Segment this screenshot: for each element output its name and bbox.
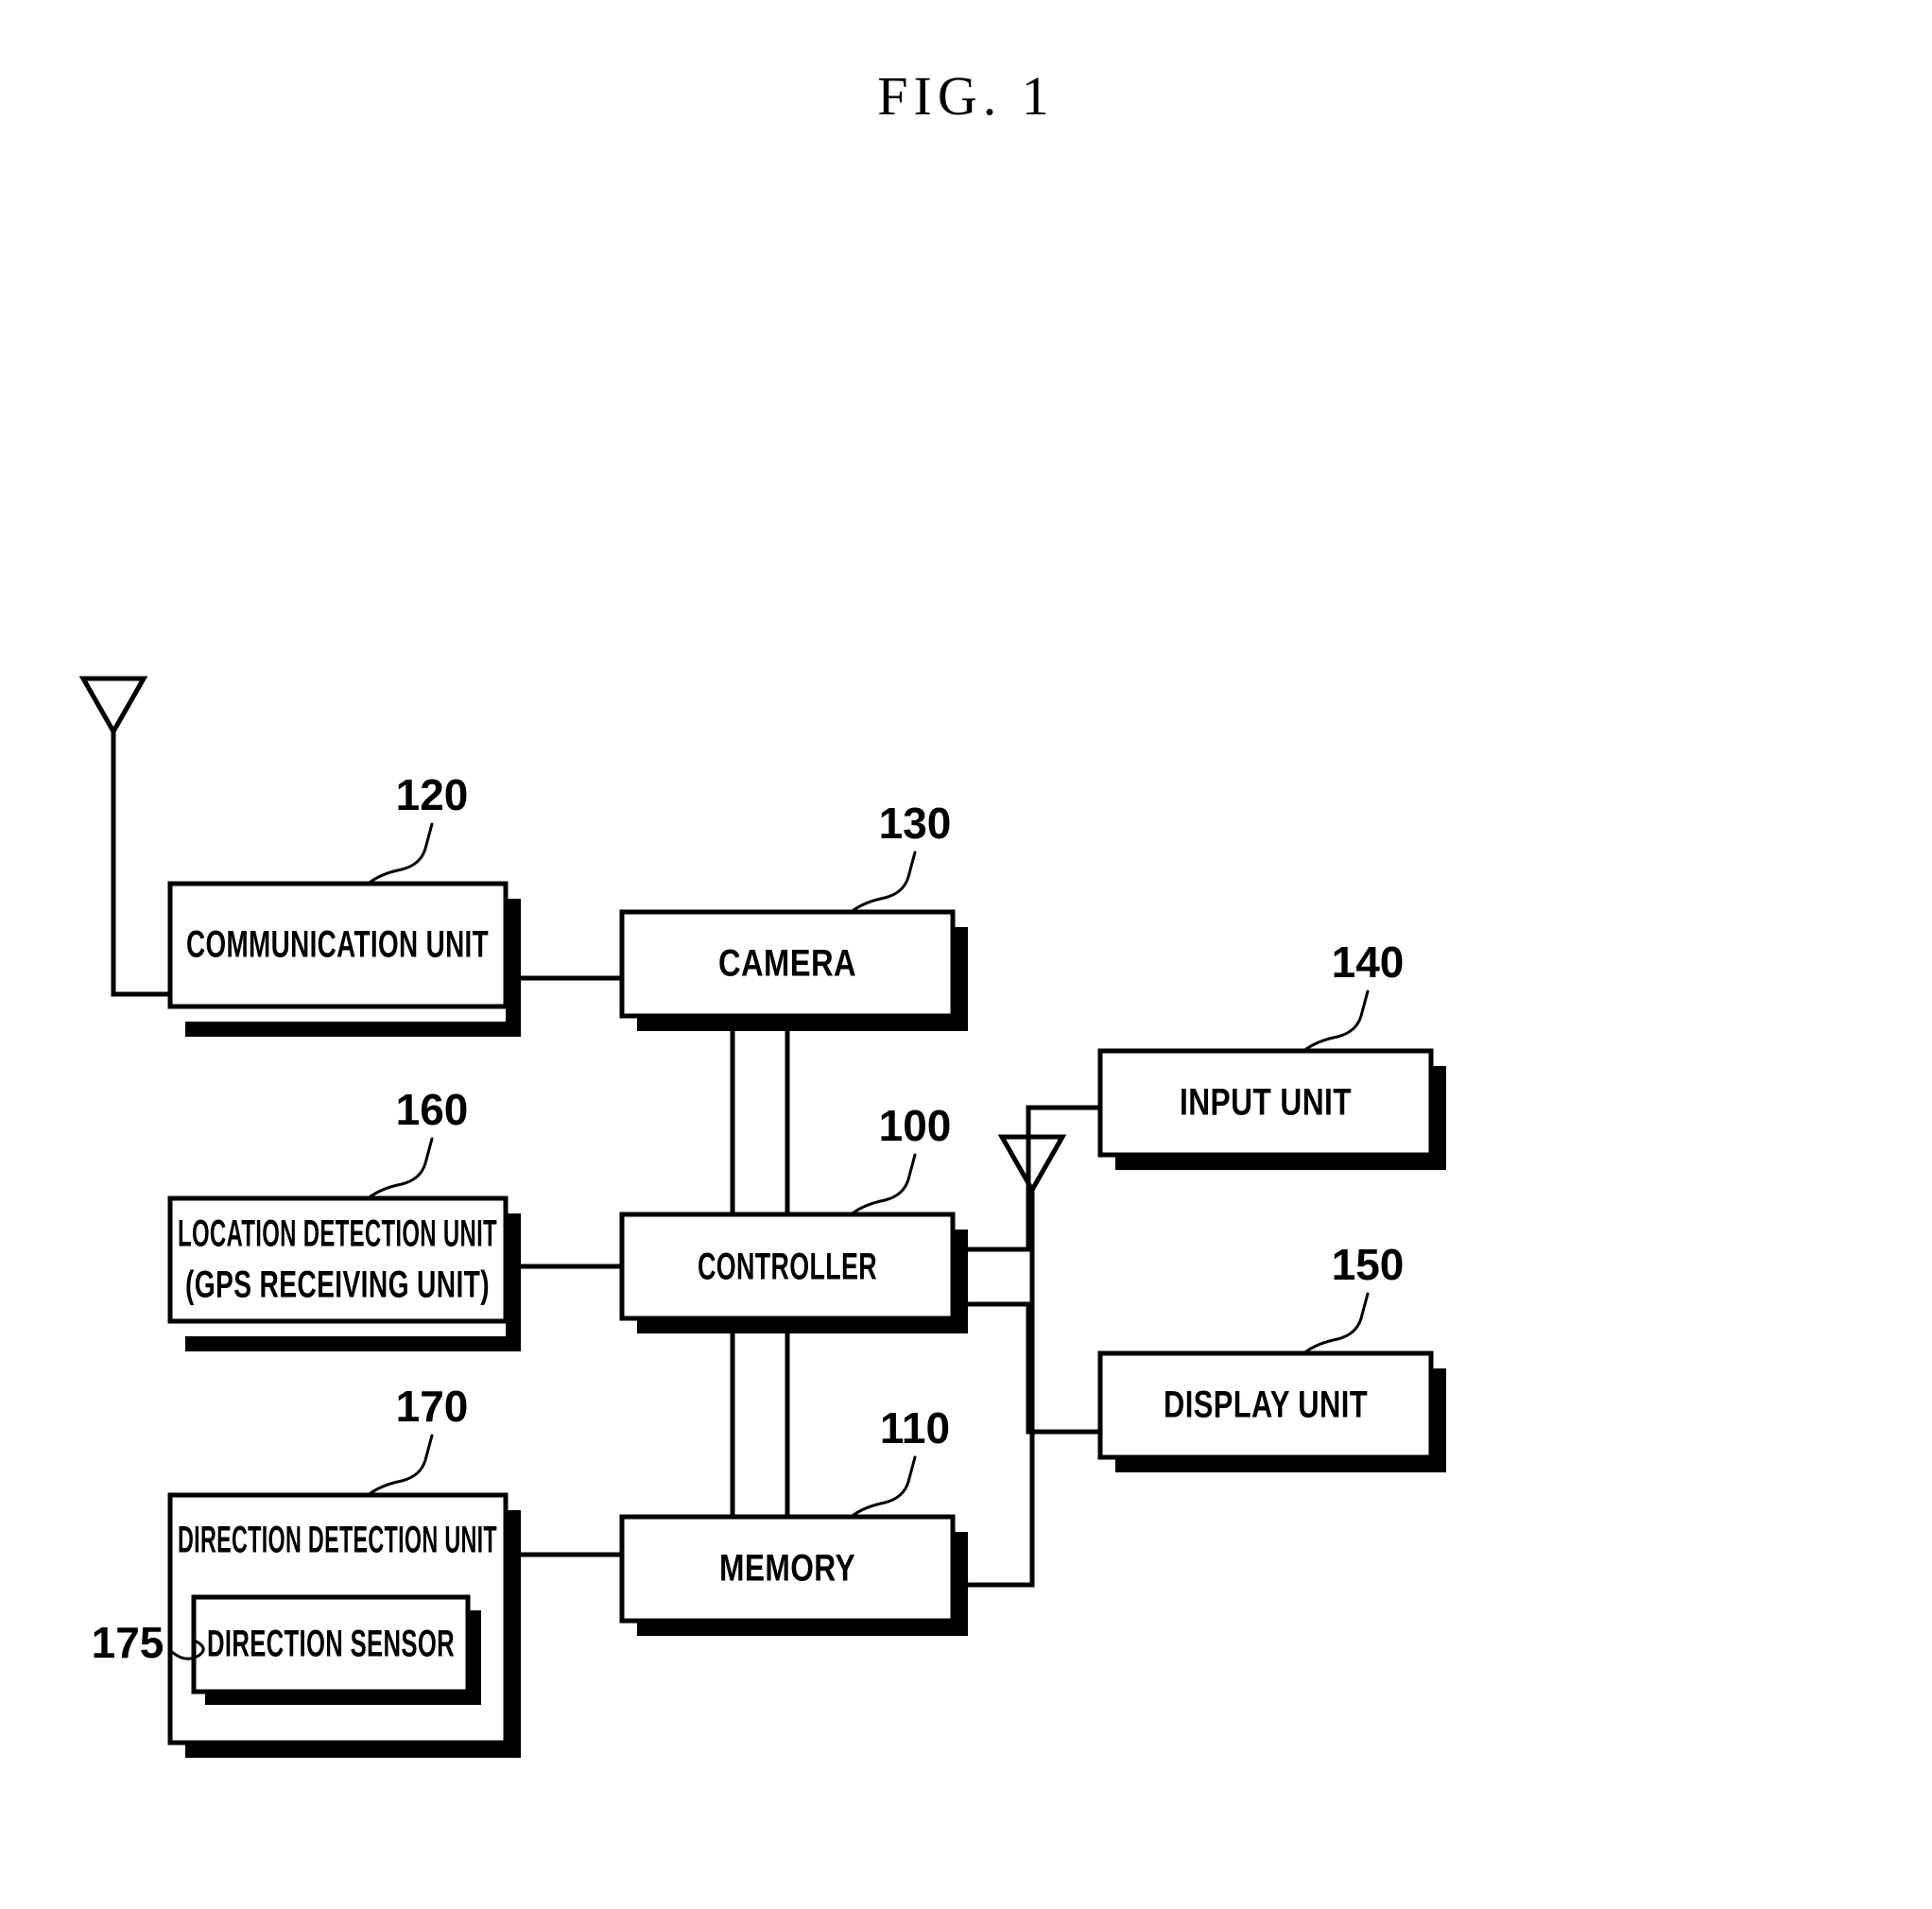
camera-label: CAMERA [718, 943, 856, 985]
input-unit-label: INPUT UNIT [1180, 1082, 1352, 1124]
ref-number-130: 130 [879, 799, 952, 848]
ref-120-group: 120 [369, 770, 469, 884]
ref-number-110: 110 [880, 1403, 950, 1453]
block-communication-unit[interactable]: COMMUNICATION UNIT [167, 881, 521, 1037]
memory-label: MEMORY [719, 1548, 855, 1590]
antenna-left [78, 676, 172, 997]
block-input-unit[interactable]: INPUT UNIT [1097, 1048, 1446, 1170]
ref-130-group: 130 [852, 799, 952, 912]
ref-160-group: 160 [369, 1085, 469, 1198]
direction-sensor-label: DIRECTION SENSOR [207, 1624, 455, 1665]
block-diagram: COMMUNICATION UNIT 120 LOCATION DETECTIO… [78, 676, 1446, 1758]
block-display-unit[interactable]: DISPLAY UNIT [1097, 1350, 1446, 1472]
figure-root: FIG. 1 COMMUNICATION UNIT 120 LOCATION D… [0, 0, 1932, 1909]
block-memory[interactable]: MEMORY [619, 1514, 968, 1636]
ref-100-group: 100 [852, 1101, 952, 1214]
edge-controller-to-display [953, 1301, 1100, 1435]
ref-140-group: 140 [1304, 937, 1405, 1051]
ref-number-140: 140 [1332, 937, 1405, 987]
location-detection-unit-label-line1: LOCATION DETECTION UNIT [178, 1213, 497, 1255]
block-controller[interactable]: CONTROLLER [619, 1212, 968, 1333]
ref-number-175: 175 [92, 1618, 164, 1667]
ref-150-group: 150 [1304, 1240, 1405, 1353]
location-detection-unit-label-line2: (GPS RECEIVING UNIT) [185, 1264, 490, 1306]
block-location-detection-unit[interactable]: LOCATION DETECTION UNIT (GPS RECEIVING U… [167, 1195, 521, 1351]
display-unit-label: DISPLAY UNIT [1164, 1384, 1368, 1426]
ref-170-group: 170 [369, 1382, 469, 1495]
block-direction-sensor[interactable]: DIRECTION SENSOR [191, 1594, 481, 1705]
ref-number-120: 120 [396, 770, 469, 819]
ref-number-150: 150 [1332, 1240, 1405, 1289]
antenna-right [953, 1134, 1067, 1588]
ref-number-100: 100 [879, 1101, 952, 1150]
ref-number-160: 160 [396, 1085, 469, 1134]
communication-unit-label: COMMUNICATION UNIT [186, 924, 489, 966]
direction-detection-unit-label: DIRECTION DETECTION UNIT [178, 1520, 497, 1561]
controller-label: CONTROLLER [698, 1247, 877, 1288]
ref-number-170: 170 [396, 1382, 469, 1431]
ref-110-group: 110 [852, 1403, 950, 1517]
block-camera[interactable]: CAMERA [619, 909, 968, 1031]
